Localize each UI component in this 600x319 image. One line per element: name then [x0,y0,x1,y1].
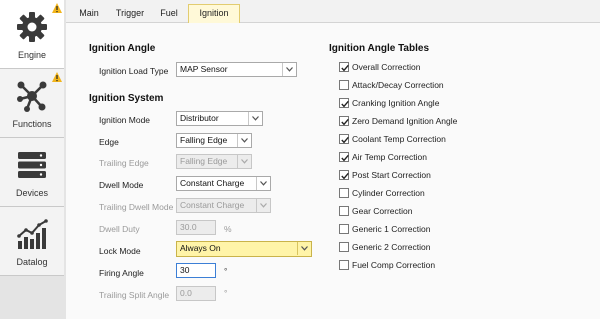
table-checkbox-label: Overall Correction [352,62,421,72]
ignition-load-type-select[interactable]: MAP Sensor [176,62,297,77]
dwell-mode-select[interactable]: Constant Charge [176,176,271,191]
sidebar-item-label: Datalog [16,257,48,267]
server-icon [15,148,49,182]
trailing-dwell-mode-value: Constant Charge [180,200,245,210]
warning-icon [52,3,62,13]
chevron-down-icon [237,155,251,168]
sidebar-item-label: Devices [15,188,48,198]
check-icon [341,154,349,162]
trailing-edge-label: Trailing Edge [99,158,149,168]
ignition-load-type-value: MAP Sensor [180,64,228,74]
table-checkbox-label: Cranking Ignition Angle [352,98,440,108]
sidebar: Engine Functions Devices Datalog [0,0,67,319]
ignition-mode-value: Distributor [180,113,219,123]
table-checkbox-label: Generic 2 Correction [352,242,431,252]
sidebar-item-label: Engine [17,50,47,60]
chevron-down-icon [256,199,270,212]
trailing-split-angle-label: Trailing Split Angle [99,290,170,300]
checkbox-checked[interactable] [339,134,349,144]
edge-select[interactable]: Falling Edge [176,133,252,148]
check-icon [341,172,349,180]
checkbox-checked[interactable] [339,152,349,162]
checkbox-unchecked[interactable] [339,206,349,216]
firing-angle-label: Firing Angle [99,268,144,278]
checkbox-unchecked[interactable] [339,242,349,252]
ignition-system-heading: Ignition System [89,93,164,104]
dwell-duty-unit: % [224,224,232,234]
sidebar-item-devices[interactable]: Devices [0,138,64,207]
trailing-split-angle-unit: ° [224,288,228,298]
ignition-angle-heading: Ignition Angle [89,43,156,54]
sidebar-item-label: Functions [12,119,52,129]
gear-icon [15,10,49,44]
firing-angle-field[interactable]: 30 [176,263,216,278]
sidebar-item-functions[interactable]: Functions [0,69,64,138]
trailing-split-angle-field: 0.0 [176,286,216,301]
table-checkbox-label: Zero Demand Ignition Angle [352,116,458,126]
check-icon [341,100,349,108]
table-checkbox-label: Gear Correction [352,206,413,216]
tab-strip: Main Trigger Fuel Ignition [66,0,600,23]
dwell-mode-value: Constant Charge [180,178,245,188]
checkbox-checked[interactable] [339,62,349,72]
trailing-edge-value: Falling Edge [180,156,228,166]
chevron-down-icon [237,134,251,147]
table-checkbox-label: Air Temp Correction [352,152,427,162]
checkbox-unchecked[interactable] [339,80,349,90]
check-icon [341,64,349,72]
dwell-mode-label: Dwell Mode [99,180,144,190]
checkbox-unchecked[interactable] [339,260,349,270]
checkbox-unchecked[interactable] [339,188,349,198]
chevron-down-icon [248,112,262,125]
lock-mode-value: Always On [180,243,221,253]
warning-icon [52,72,62,82]
ignition-mode-select[interactable]: Distributor [176,111,263,126]
sidebar-item-datalog[interactable]: Datalog [0,207,64,276]
trailing-edge-select: Falling Edge [176,154,252,169]
table-checkbox-label: Attack/Decay Correction [352,80,444,90]
lock-mode-select[interactable]: Always On [176,241,312,257]
table-checkbox-label: Generic 1 Correction [352,224,431,234]
table-checkbox-label: Cylinder Correction [352,188,425,198]
firing-angle-unit: ° [224,266,228,276]
table-checkbox-label: Fuel Comp Correction [352,260,436,270]
table-checkbox-label: Coolant Temp Correction [352,134,446,144]
checkbox-unchecked[interactable] [339,224,349,234]
check-icon [341,118,349,126]
tab-fuel[interactable]: Fuel [154,5,184,22]
checkbox-checked[interactable] [339,98,349,108]
dwell-duty-label: Dwell Duty [99,224,140,234]
trailing-dwell-mode-select: Constant Charge [176,198,271,213]
tab-trigger[interactable]: Trigger [110,5,150,22]
table-checkbox-label: Post Start Correction [352,170,431,180]
dwell-duty-field: 30.0 [176,220,216,235]
ignition-angle-tables-heading: Ignition Angle Tables [329,43,429,54]
network-icon [15,79,49,113]
ignition-load-type-label: Ignition Load Type [99,66,169,76]
lock-mode-label: Lock Mode [99,246,141,256]
tab-main[interactable]: Main [72,5,106,22]
chevron-down-icon [256,177,270,190]
checkbox-checked[interactable] [339,116,349,126]
tab-ignition[interactable]: Ignition [188,4,240,23]
chevron-down-icon [282,63,296,76]
checkbox-checked[interactable] [339,170,349,180]
ignition-mode-label: Ignition Mode [99,115,151,125]
trailing-dwell-mode-label: Trailing Dwell Mode [99,202,174,212]
edge-label: Edge [99,137,119,147]
chevron-down-icon [297,242,311,255]
edge-value: Falling Edge [180,135,228,145]
sidebar-item-engine[interactable]: Engine [0,0,64,69]
chart-icon [15,217,49,251]
check-icon [341,136,349,144]
